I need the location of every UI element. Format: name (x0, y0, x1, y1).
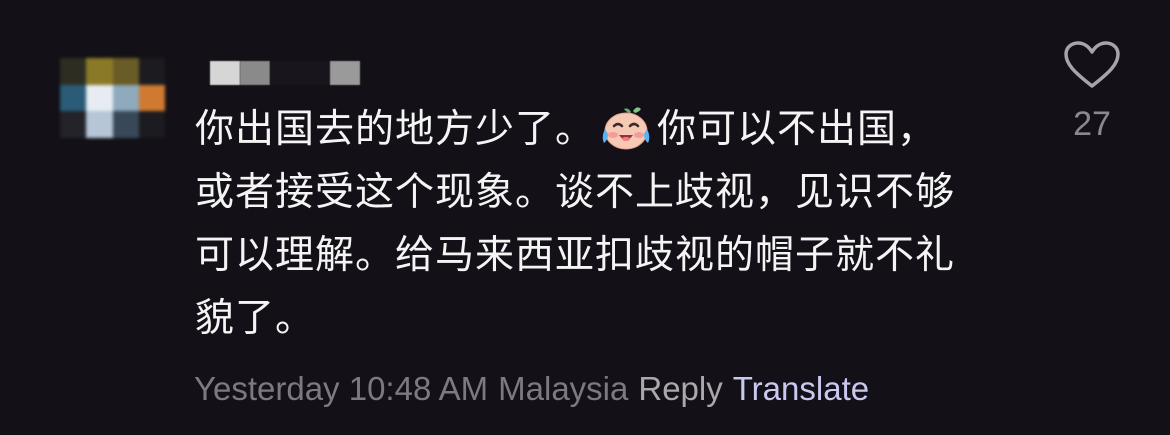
comment-text-segment: 你可以不出国， (657, 107, 938, 152)
comment-text: 你出国去的地方少了。 你可以不出国， 或者接受这个现象。谈不上歧视，见识不够 可… (195, 98, 1015, 350)
comment-item: 你出国去的地方少了。 你可以不出国， 或者接受这个现象。谈不上歧视，见识不够 可… (0, 0, 1170, 435)
heart-outline-icon[interactable] (1062, 40, 1122, 90)
username-pixel (210, 61, 240, 85)
avatar-pixel (86, 58, 113, 85)
comment-line-2: 或者接受这个现象。谈不上歧视，见识不够 (195, 170, 956, 215)
avatar-pixel (138, 84, 165, 112)
translate-button[interactable]: Translate (733, 370, 869, 407)
avatar-pixel (112, 84, 139, 112)
comment-text-segment: 你出国去的地方少了。 (195, 107, 596, 152)
crying-laughing-baby-emoji (602, 107, 650, 150)
comment-timestamp: Yesterday 10:48 AM (194, 370, 489, 407)
username-pixel (270, 61, 330, 85)
comment-line-3: 可以理解。给马来西亚扣歧视的帽子就不礼 (195, 233, 956, 278)
avatar-pixel (112, 111, 139, 138)
like-count: 27 (1073, 105, 1111, 143)
username-pixel (240, 61, 270, 85)
avatar-pixel (86, 84, 113, 112)
avatar[interactable] (60, 58, 165, 138)
avatar-pixel (60, 58, 87, 85)
reply-button[interactable]: Reply (638, 370, 722, 407)
avatar-pixel (60, 111, 87, 138)
comment-location: Malaysia (498, 370, 629, 407)
avatar-pixel (112, 58, 139, 85)
comment-line-1: 你出国去的地方少了。 你可以不出国， (195, 98, 1015, 161)
avatar-pixel (86, 111, 113, 138)
username-pixel (330, 61, 360, 85)
avatar-pixel (138, 58, 165, 85)
comment-meta: Yesterday 10:48 AM Malaysia Reply Translate (194, 370, 879, 408)
avatar-pixel (60, 84, 87, 112)
comment-line-4: 貌了。 (195, 296, 316, 341)
username-redacted[interactable] (210, 60, 360, 86)
avatar-pixel (138, 111, 165, 138)
